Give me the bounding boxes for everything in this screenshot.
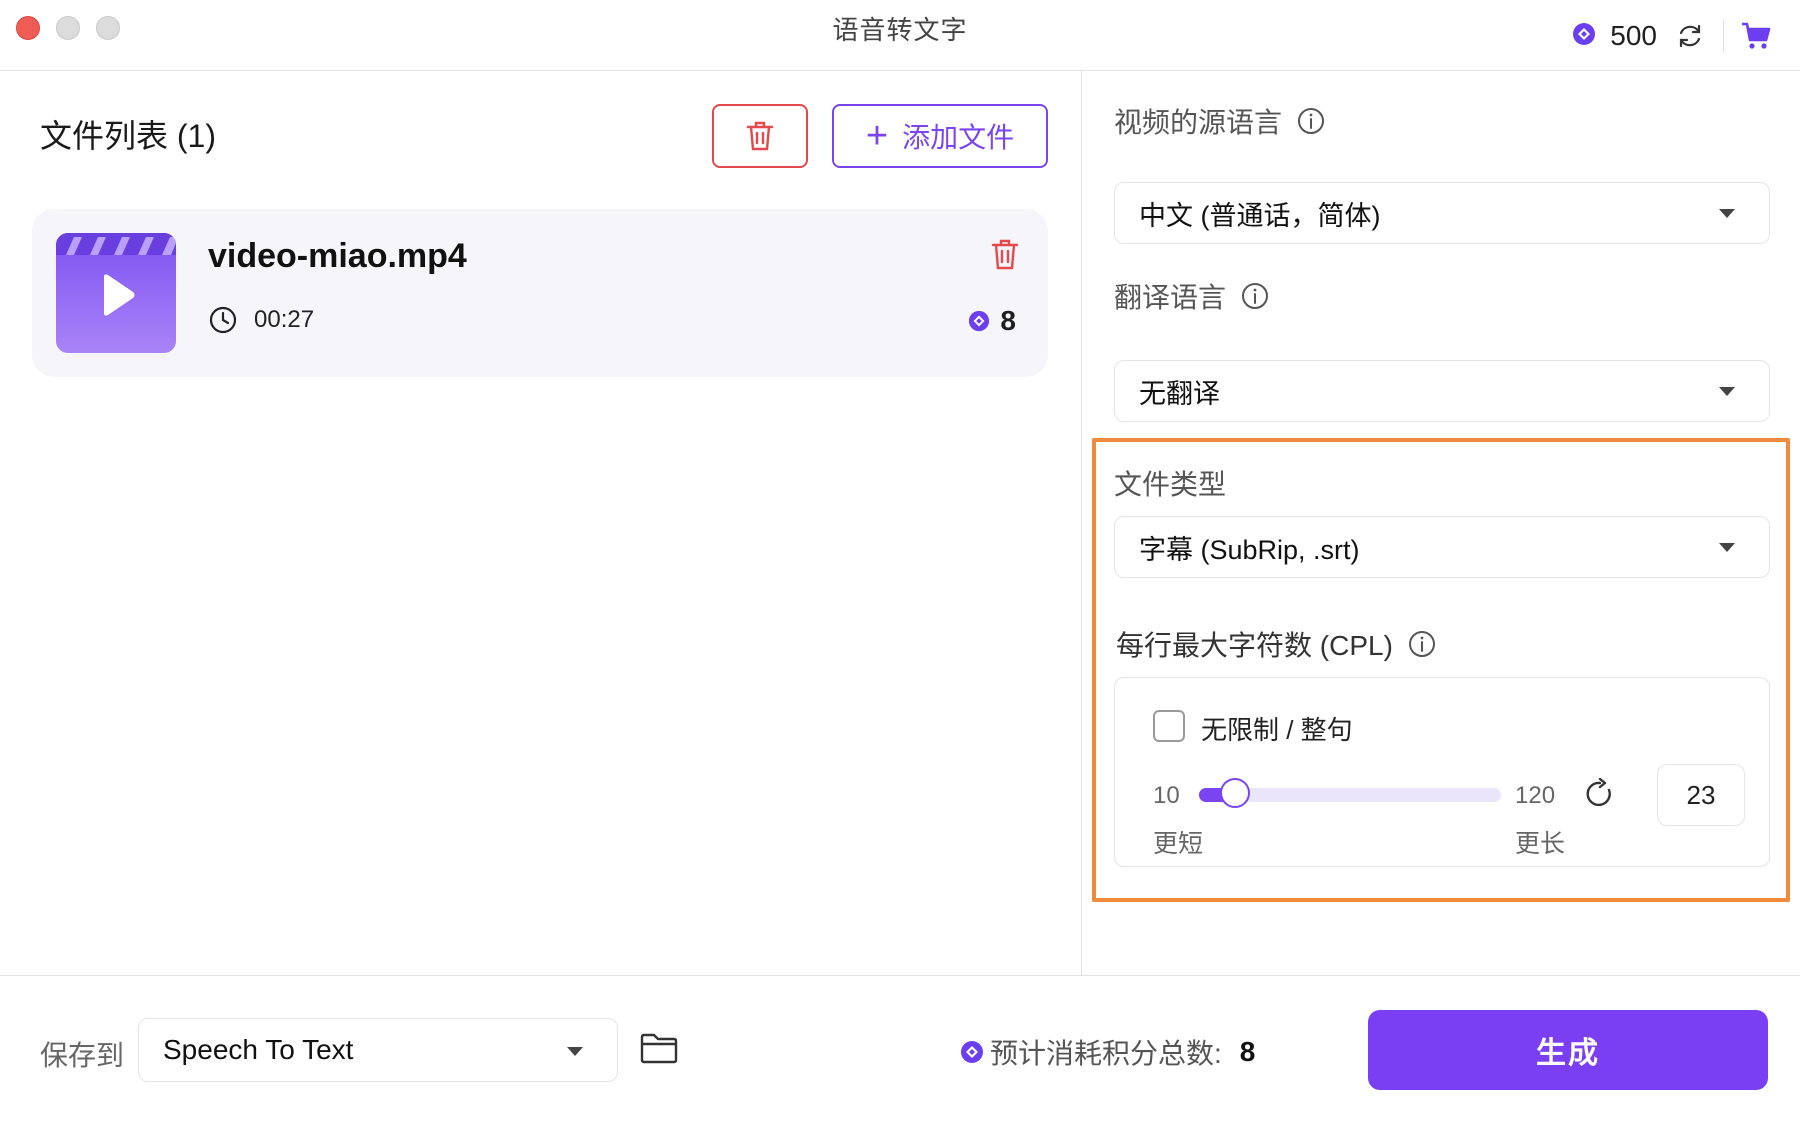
slider-min-value: 10 [1153, 782, 1180, 809]
header-divider [1723, 19, 1724, 53]
save-location-value: Speech To Text [163, 1034, 354, 1065]
reset-icon[interactable] [1585, 777, 1615, 815]
refresh-icon[interactable] [1675, 21, 1705, 51]
cpl-value-input[interactable]: 23 [1657, 764, 1745, 826]
file-type-label: 文件类型 [1114, 469, 1227, 500]
chevron-down-icon [1719, 209, 1735, 218]
file-type-label-row: 文件类型 [1114, 463, 1226, 503]
file-duration-text: 00:27 [254, 306, 315, 333]
slider-max-label: 更长 [1515, 830, 1566, 858]
bottom-bar: 保存到 Speech To Text 预计消耗积分总数: 8 生成 [0, 975, 1800, 1121]
cpl-label: 每行最大字符数 (CPL) [1116, 630, 1393, 661]
save-location-select[interactable]: Speech To Text [138, 1018, 618, 1082]
unlimited-checkbox[interactable] [1153, 710, 1185, 742]
credit-gem-icon [961, 1041, 983, 1063]
chevron-down-icon [1719, 387, 1735, 396]
add-file-button[interactable]: + 添加文件 [832, 104, 1048, 168]
file-cost: 8 [968, 305, 1016, 337]
file-list-panel: 文件列表 (1) + 添加文件 video-miao.mp4 00:27 8 [0, 71, 1081, 975]
unlimited-label: 无限制 / 整句 [1201, 715, 1353, 745]
cart-icon[interactable] [1740, 21, 1772, 51]
translation-language-select[interactable]: 无翻译 [1114, 360, 1770, 422]
trash-icon [745, 120, 775, 152]
credit-gem-icon [969, 310, 990, 332]
translation-language-label: 翻译语言 [1114, 282, 1227, 313]
trash-icon [991, 239, 1019, 270]
window-title: 语音转文字 [832, 15, 968, 45]
file-type-select[interactable]: 字幕 (SubRip, .srt) [1114, 516, 1770, 578]
source-language-label: 视频的源语言 [1114, 107, 1283, 138]
delete-all-button[interactable] [712, 104, 808, 168]
credit-gem-icon [1572, 22, 1596, 51]
translation-language-value: 无翻译 [1139, 378, 1220, 409]
file-duration: 00:27 [208, 305, 314, 335]
info-icon[interactable] [1407, 629, 1437, 659]
chevron-down-icon [1719, 543, 1735, 552]
title-bar: 语音转文字 500 [0, 0, 1800, 71]
estimate-area: 预计消耗积分总数: 8 [960, 1032, 1255, 1072]
open-folder-button[interactable] [640, 1032, 678, 1069]
video-thumbnail-icon [56, 233, 176, 353]
chevron-down-icon [567, 1047, 583, 1056]
source-language-label-row: 视频的源语言 [1114, 101, 1326, 141]
add-file-label: 添加文件 [902, 122, 1015, 153]
cpl-settings-box: 无限制 / 整句 10 120 23 更短 更长 [1114, 677, 1770, 867]
info-icon[interactable] [1296, 106, 1326, 136]
credits-area: 500 [1572, 16, 1772, 56]
cpl-slider-handle[interactable] [1219, 778, 1250, 808]
file-cost-value: 8 [1000, 305, 1016, 336]
file-name: video-miao.mp4 [208, 237, 467, 275]
save-to-label: 保存到 [40, 1040, 125, 1071]
translation-language-label-row: 翻译语言 [1114, 276, 1270, 316]
estimate-label: 预计消耗积分总数: [990, 1038, 1222, 1069]
cpl-label-row: 每行最大字符数 (CPL) [1116, 624, 1437, 664]
credits-count: 500 [1610, 20, 1657, 51]
file-type-value: 字幕 (SubRip, .srt) [1139, 534, 1360, 565]
source-language-select[interactable]: 中文 (普通话，简体) [1114, 182, 1770, 244]
file-list-title: 文件列表 (1) [40, 118, 217, 154]
generate-button[interactable]: 生成 [1368, 1010, 1768, 1090]
plus-icon: + [865, 115, 889, 157]
slider-min-label: 更短 [1153, 830, 1204, 858]
cpl-slider[interactable] [1199, 778, 1501, 808]
settings-panel: 视频的源语言 中文 (普通话，简体) 翻译语言 无翻译 文件类型 字幕 (Sub… [1082, 71, 1800, 975]
file-card[interactable]: video-miao.mp4 00:27 8 [32, 209, 1048, 377]
estimate-value: 8 [1239, 1036, 1256, 1067]
delete-file-button[interactable] [990, 237, 1020, 276]
info-icon[interactable] [1240, 281, 1270, 311]
clock-icon [209, 306, 237, 334]
slider-max-value: 120 [1515, 782, 1556, 809]
folder-icon [640, 1033, 678, 1064]
source-language-value: 中文 (普通话，简体) [1139, 200, 1381, 231]
